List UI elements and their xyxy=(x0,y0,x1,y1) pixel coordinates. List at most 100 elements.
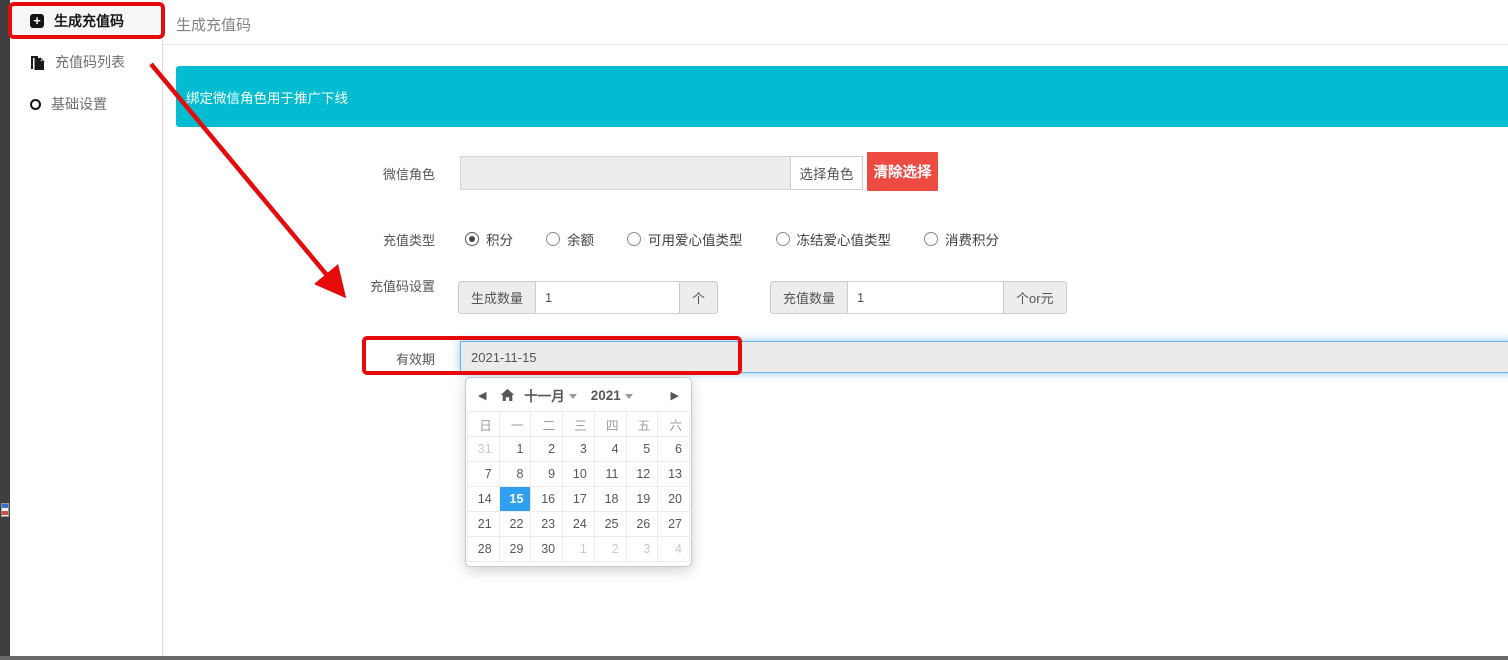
day-cell[interactable]: 4 xyxy=(594,437,626,462)
day-cell[interactable]: 10 xyxy=(563,462,595,487)
radio-option-label: 积分 xyxy=(486,229,513,249)
day-cell[interactable]: 4 xyxy=(658,537,690,562)
day-cell[interactable]: 26 xyxy=(626,512,658,537)
banner-text: 绑定微信角色用于推广下线 xyxy=(186,87,348,107)
day-cell[interactable]: 14 xyxy=(468,487,500,512)
day-cell[interactable]: 29 xyxy=(499,537,531,562)
title-divider xyxy=(163,44,1508,45)
day-cell[interactable]: 7 xyxy=(468,462,500,487)
radio-option-5[interactable]: 消费积分 xyxy=(924,229,999,249)
day-cell[interactable]: 2 xyxy=(594,537,626,562)
year-label: 2021 xyxy=(591,388,621,403)
day-cell[interactable]: 22 xyxy=(499,512,531,537)
day-cell[interactable]: 25 xyxy=(594,512,626,537)
recharge-type-options: 积分 余额 可用爱心值类型 冻结爱心值类型 消费积分 xyxy=(465,229,999,249)
generate-qty-suffix: 个 xyxy=(680,281,718,314)
day-of-week-header: 五 xyxy=(626,412,658,437)
day-cell[interactable]: 20 xyxy=(658,487,690,512)
day-cell[interactable]: 1 xyxy=(563,537,595,562)
day-cell[interactable]: 5 xyxy=(626,437,658,462)
day-cell[interactable]: 16 xyxy=(531,487,563,512)
generate-qty-group: 生成数量 个 xyxy=(458,281,718,314)
day-cell[interactable]: 30 xyxy=(531,537,563,562)
recharge-qty-input[interactable] xyxy=(847,281,1004,314)
day-cell[interactable]: 13 xyxy=(658,462,690,487)
day-of-week-header: 四 xyxy=(594,412,626,437)
day-cell[interactable]: 28 xyxy=(468,537,500,562)
wechat-role-group: 选择角色 xyxy=(460,156,863,190)
radio-checked-icon[interactable] xyxy=(465,232,479,246)
day-cell[interactable]: 9 xyxy=(531,462,563,487)
day-of-week-header: 三 xyxy=(563,412,595,437)
radio-unchecked-icon[interactable] xyxy=(776,232,790,246)
home-icon[interactable] xyxy=(500,388,515,402)
banner: 绑定微信角色用于推广下线 xyxy=(176,66,1508,127)
day-cell[interactable]: 3 xyxy=(626,537,658,562)
window-bottom-border xyxy=(0,656,1508,660)
wechat-role-input[interactable] xyxy=(460,156,790,190)
next-month-icon[interactable]: ▶ xyxy=(671,389,679,402)
page-title: 生成充值码 xyxy=(176,14,251,35)
day-cell[interactable]: 3 xyxy=(563,437,595,462)
radio-option-label: 消费积分 xyxy=(945,229,999,249)
day-cell[interactable]: 11 xyxy=(594,462,626,487)
plus-square-icon: + xyxy=(30,14,44,28)
recharge-type-label: 充值类型 xyxy=(313,230,435,249)
month-caret-icon xyxy=(569,394,577,399)
day-cell[interactable]: 18 xyxy=(594,487,626,512)
month-select[interactable]: 十一月 xyxy=(524,385,577,405)
sidebar-item-3[interactable]: 基础设置 xyxy=(10,86,163,122)
radio-option-3[interactable]: 可用爱心值类型 xyxy=(627,229,743,249)
day-cell[interactable]: 17 xyxy=(563,487,595,512)
clear-selection-button[interactable]: 清除选择 xyxy=(867,152,938,191)
day-of-week-header: 二 xyxy=(531,412,563,437)
main-content: 生成充值码 绑定微信角色用于推广下线 微信角色 选择角色 清除选择 充值类型 积… xyxy=(163,0,1508,656)
day-cell[interactable]: 21 xyxy=(468,512,500,537)
day-cell[interactable]: 2 xyxy=(531,437,563,462)
browser-edge-strip xyxy=(0,0,10,660)
recharge-qty-group: 充值数量 个or元 xyxy=(770,281,1067,314)
day-cell[interactable]: 27 xyxy=(658,512,690,537)
radio-option-4[interactable]: 冻结爱心值类型 xyxy=(776,229,892,249)
radio-unchecked-icon[interactable] xyxy=(627,232,641,246)
sidebar-item-2[interactable]: 充值码列表 xyxy=(10,44,163,80)
radio-option-label: 冻结爱心值类型 xyxy=(797,229,892,249)
radio-option-2[interactable]: 余额 xyxy=(546,229,594,249)
radio-unchecked-icon[interactable] xyxy=(546,232,560,246)
page: + 生成充值码充值码列表基础设置 生成充值码 绑定微信角色用于推广下线 微信角色 … xyxy=(0,0,1508,660)
sidebar-item-label: 基础设置 xyxy=(51,94,107,114)
copy-icon xyxy=(30,55,45,70)
day-cell-selected[interactable]: 15 xyxy=(499,487,531,512)
day-cell[interactable]: 23 xyxy=(531,512,563,537)
sidebar-item-label: 充值码列表 xyxy=(55,52,125,72)
generate-qty-input[interactable] xyxy=(535,281,680,314)
validity-date-input[interactable] xyxy=(460,341,1508,373)
day-of-week-header: 六 xyxy=(658,412,690,437)
day-cell[interactable]: 6 xyxy=(658,437,690,462)
day-cell[interactable]: 1 xyxy=(499,437,531,462)
validity-label: 有效期 xyxy=(313,349,435,368)
day-cell[interactable]: 24 xyxy=(563,512,595,537)
datepicker: ◀ 十一月 2021 ▶ 日一二三四五六311234567891011121 xyxy=(465,377,692,567)
sidebar: + 生成充值码充值码列表基础设置 xyxy=(10,0,163,656)
strip-bookmark-icon[interactable] xyxy=(1,503,9,517)
datepicker-header: ◀ 十一月 2021 ▶ xyxy=(467,381,690,409)
day-of-week-header: 一 xyxy=(499,412,531,437)
sidebar-item-label: 生成充值码 xyxy=(54,11,124,31)
code-settings-label: 充值码设置 xyxy=(313,276,435,295)
day-cell[interactable]: 8 xyxy=(499,462,531,487)
day-cell[interactable]: 19 xyxy=(626,487,658,512)
day-cell[interactable]: 31 xyxy=(468,437,500,462)
recharge-qty-suffix: 个or元 xyxy=(1004,281,1067,314)
datepicker-grid: 日一二三四五六311234567891011121314151617181920… xyxy=(467,411,690,562)
sidebar-item-1[interactable]: + 生成充值码 xyxy=(10,3,163,39)
radio-unchecked-icon[interactable] xyxy=(924,232,938,246)
recharge-qty-addon: 充值数量 xyxy=(770,281,847,314)
radio-option-1[interactable]: 积分 xyxy=(465,229,513,249)
day-cell[interactable]: 12 xyxy=(626,462,658,487)
wechat-role-label: 微信角色 xyxy=(313,164,435,183)
year-select[interactable]: 2021 xyxy=(591,388,633,403)
year-caret-icon xyxy=(625,394,633,399)
select-role-button[interactable]: 选择角色 xyxy=(790,156,863,190)
prev-month-icon[interactable]: ◀ xyxy=(478,389,486,402)
